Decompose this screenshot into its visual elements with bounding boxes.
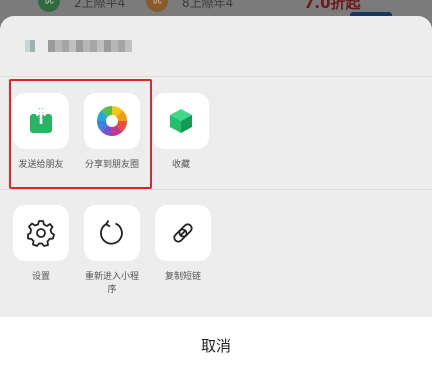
copy-short-link-label: 复制短链 [164,272,201,282]
background-text: 2上際平4 [74,0,126,10]
sheet-header [0,16,432,76]
favorite-button[interactable]: 收藏 [151,93,211,172]
favorite-cube-icon [170,109,192,133]
app-name-blurred [48,40,132,52]
favorite-tile[interactable] [153,93,209,149]
link-icon [173,223,193,243]
settings-tile[interactable] [13,205,69,261]
favorite-label: 收藏 [171,160,190,170]
reenter-miniprogram-tile[interactable] [84,205,140,261]
reenter-miniprogram-button[interactable]: 重新进入小程序 [82,205,142,297]
settings-label: 设置 [31,272,50,282]
reenter-miniprogram-label: 重新进入小程序 [84,272,139,295]
background-avatar: 优 [146,0,168,12]
cancel-button[interactable]: 取消 [0,317,432,374]
copy-short-link-tile[interactable] [155,205,211,261]
settings-button[interactable]: 设置 [11,205,71,284]
divider [0,189,432,190]
gear-icon [27,220,55,247]
app-logo [25,40,35,52]
copy-short-link-button[interactable]: 复制短链 [153,205,213,284]
background-text: 8上際年4 [182,0,234,10]
highlight-box [9,79,152,189]
background-avatar: 优 [38,0,60,12]
divider [0,76,432,77]
refresh-icon [100,219,123,245]
share-sheet: 发送给朋友 分享到朋友圈 收藏 设置 重新进入小程序 复制短链 取消 [0,16,432,374]
